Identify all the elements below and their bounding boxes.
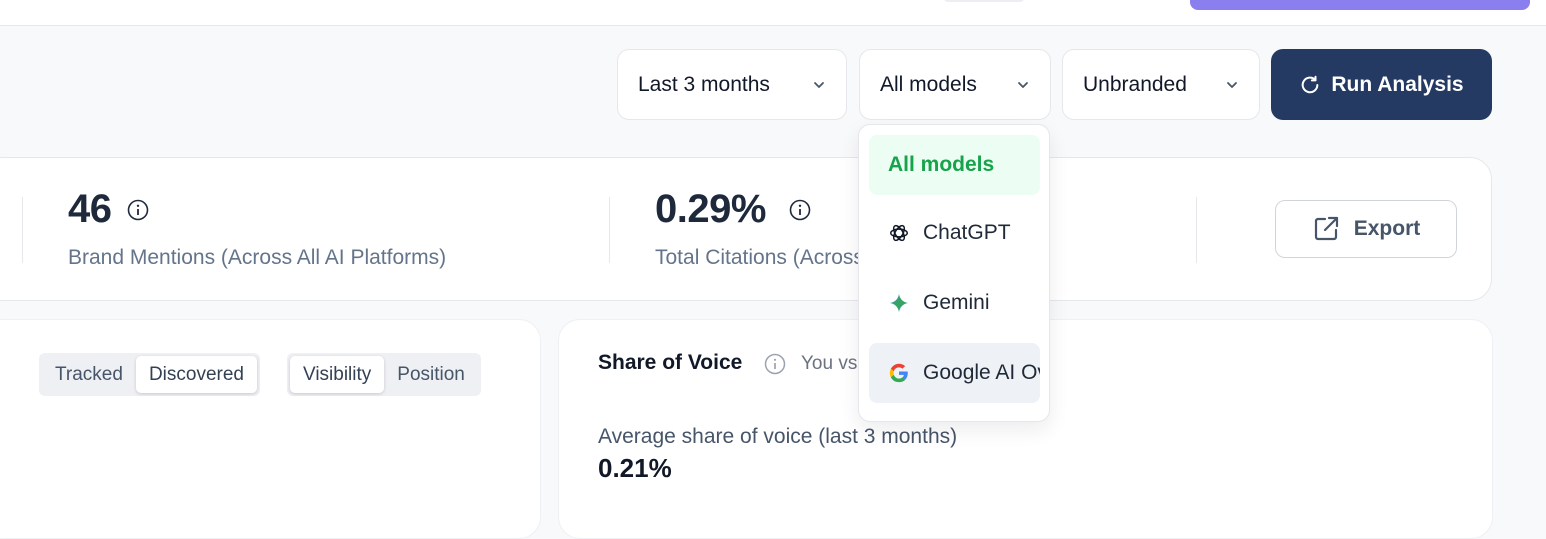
external-link-icon — [1314, 216, 1338, 241]
toggle-visibility[interactable]: Visibility — [290, 356, 385, 393]
share-of-voice-title: Share of Voice — [598, 351, 743, 374]
model-dropdown-menu: All models ChatGPT Gemini Google AI Over… — [858, 124, 1050, 422]
branding-select[interactable]: Unbranded — [1062, 49, 1260, 120]
google-icon — [889, 363, 908, 383]
average-share-value: 0.21% — [598, 453, 672, 483]
export-button[interactable]: Export — [1275, 200, 1457, 258]
branding-select-label: Unbranded — [1083, 72, 1187, 96]
gemini-icon — [889, 293, 909, 313]
model-option-chatgpt[interactable]: ChatGPT — [869, 203, 1040, 263]
brand-mentions-value: 46 — [68, 187, 112, 231]
average-share-label: Average share of voice (last 3 months) — [598, 425, 958, 448]
chevron-down-icon — [1227, 81, 1237, 88]
info-icon[interactable] — [127, 199, 149, 221]
info-icon[interactable] — [789, 199, 811, 221]
divider — [609, 197, 610, 263]
export-label: Export — [1353, 217, 1421, 240]
period-select-label: Last 3 months — [638, 72, 770, 96]
info-icon[interactable] — [764, 353, 786, 375]
run-analysis-label: Run Analysis — [1331, 72, 1464, 96]
chevron-down-icon — [1018, 81, 1028, 88]
top-navigation-bar — [0, 0, 1546, 26]
toggle-discovered[interactable]: Discovered — [135, 356, 257, 393]
chevron-down-icon — [814, 81, 824, 88]
model-option-label: All models — [888, 153, 995, 176]
run-analysis-button[interactable]: Run Analysis — [1271, 49, 1492, 120]
toggle-tracked[interactable]: Tracked — [42, 356, 136, 393]
period-select[interactable]: Last 3 months — [617, 49, 847, 120]
top-accent-button[interactable] — [1190, 0, 1530, 10]
model-option-label: ChatGPT — [923, 221, 1011, 244]
divider — [1196, 197, 1197, 263]
model-option-gemini[interactable]: Gemini — [869, 273, 1040, 333]
model-select-label: All models — [880, 72, 977, 96]
model-option-label: Google AI Overviews — [923, 361, 1040, 384]
visibility-panel — [0, 319, 541, 539]
model-option-label: Gemini — [923, 291, 990, 314]
source-toggle: Tracked Discovered — [39, 353, 260, 396]
metric-toggle: Visibility Position — [287, 353, 481, 396]
refresh-icon — [1302, 75, 1319, 93]
divider — [22, 197, 23, 263]
model-select[interactable]: All models — [859, 49, 1051, 120]
model-option-all[interactable]: All models — [869, 135, 1040, 195]
brand-mentions-label: Brand Mentions (Across All AI Platforms) — [68, 246, 447, 269]
top-nav-element[interactable] — [944, 0, 1024, 2]
model-option-google-ai-overviews[interactable]: Google AI Overviews — [869, 343, 1040, 403]
chatgpt-icon — [890, 224, 908, 242]
total-citations-value: 0.29% — [655, 187, 766, 231]
toggle-position[interactable]: Position — [384, 356, 478, 393]
